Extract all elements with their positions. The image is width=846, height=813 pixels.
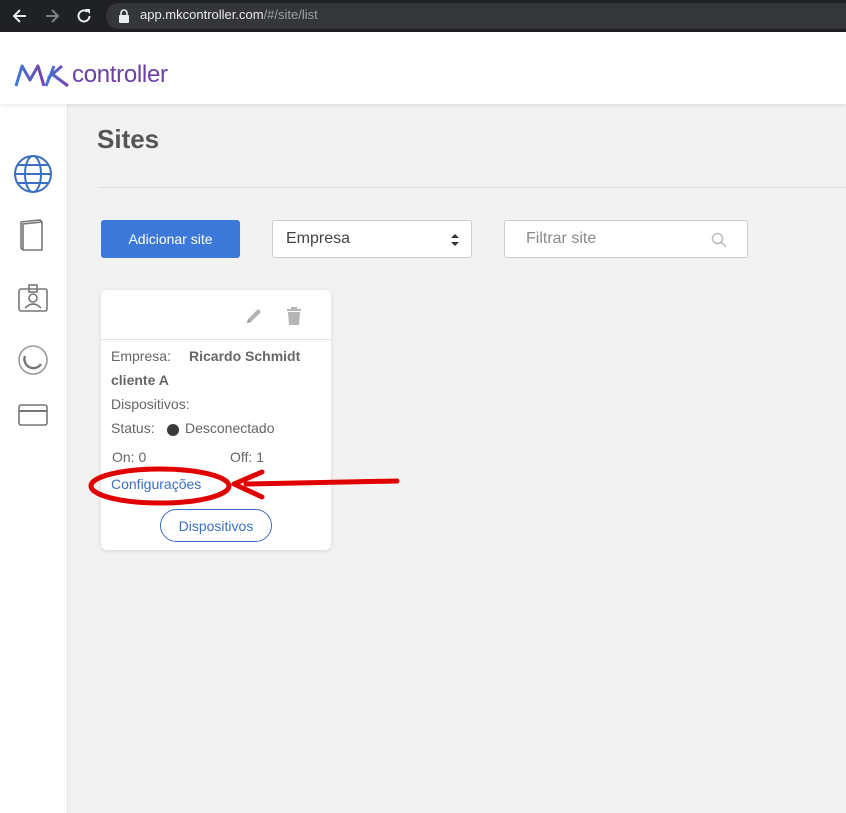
select-arrows-icon xyxy=(451,234,459,246)
mk-logo-mark xyxy=(14,64,69,88)
reload-icon[interactable] xyxy=(74,6,94,26)
globe-icon[interactable] xyxy=(13,154,53,194)
page-title: Sites xyxy=(97,124,160,154)
back-arrow-icon[interactable] xyxy=(10,6,30,26)
status-label: Status: xyxy=(111,420,155,436)
book-icon[interactable] xyxy=(18,218,46,252)
status-value: Desconectado xyxy=(185,420,275,436)
dispositivos-button[interactable]: Dispositivos xyxy=(160,509,272,542)
sidebar xyxy=(0,104,68,813)
empresa-value: Ricardo Schmidt xyxy=(189,348,301,364)
filter-site-input[interactable] xyxy=(506,222,706,256)
site-filter xyxy=(504,220,748,258)
add-site-button[interactable]: Adicionar site xyxy=(101,220,240,258)
edit-pencil-icon[interactable] xyxy=(244,306,264,326)
lock-icon xyxy=(119,9,129,23)
dispositivos-label: Dispositivos: xyxy=(111,396,190,412)
empresa-value-cont: cliente A xyxy=(111,372,169,388)
mikrotik-icon[interactable] xyxy=(17,344,49,376)
status-dot xyxy=(167,424,179,436)
url-text[interactable]: app.mkcontroller.com/#/site/list xyxy=(140,7,318,22)
site-card: Empresa: Ricardo Schmidt cliente A Dispo… xyxy=(101,290,331,550)
credit-card-icon[interactable] xyxy=(18,404,48,426)
trash-icon[interactable] xyxy=(285,306,303,326)
browser-toolbar: app.mkcontroller.com/#/site/list xyxy=(0,0,846,32)
logo-text: controller xyxy=(72,61,168,88)
configuracoes-link[interactable]: Configurações xyxy=(111,476,201,492)
company-select[interactable]: Empresa xyxy=(272,220,472,258)
title-divider xyxy=(100,187,846,188)
search-icon[interactable] xyxy=(711,232,727,248)
forward-arrow-icon[interactable] xyxy=(42,6,62,26)
app-header: controller xyxy=(0,32,846,104)
company-select-value: Empresa xyxy=(286,230,351,247)
empresa-label: Empresa: xyxy=(111,348,171,364)
card-actions xyxy=(101,290,331,340)
id-badge-icon[interactable] xyxy=(17,281,49,313)
on-count: On: 0 xyxy=(112,449,147,465)
off-count: Off: 1 xyxy=(230,449,264,465)
